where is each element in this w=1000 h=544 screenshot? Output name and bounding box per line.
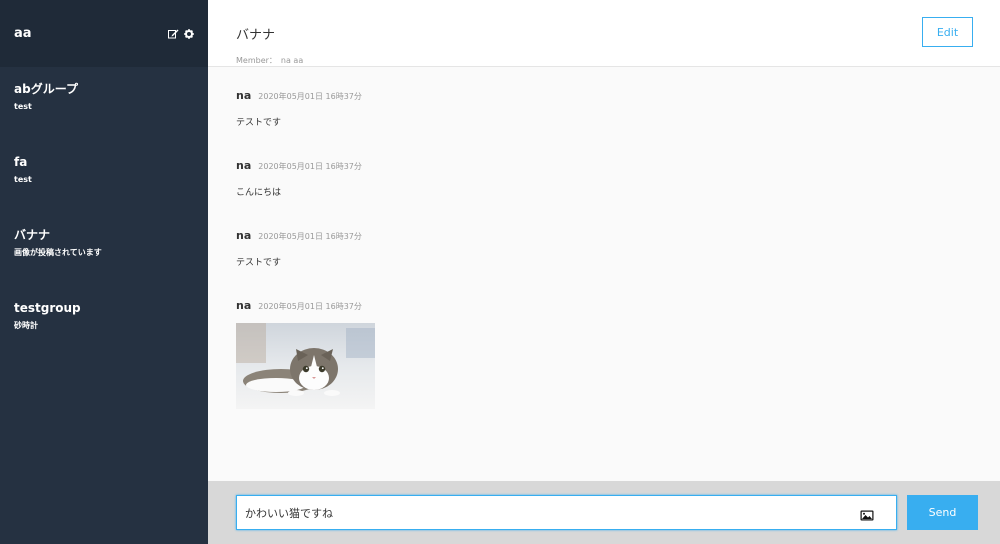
group-last-message: test (14, 175, 32, 184)
message-meta: na 2020年05月01日 16時37分 (236, 89, 972, 102)
user-actions (168, 28, 194, 39)
group-last-message: 画像が投稿されています (14, 248, 102, 257)
message-input[interactable] (236, 495, 897, 530)
send-button[interactable]: Send (907, 495, 978, 530)
group-item[interactable]: バナナ 画像が投稿されています (0, 213, 208, 286)
member-list: Member： na aa (236, 55, 303, 66)
image-upload-icon[interactable] (860, 506, 874, 525)
current-user-header: aa (0, 0, 208, 67)
chat-group-name: バナナ (236, 28, 276, 43)
chat-main: バナナ Member： na aa Edit na 2020年05月01日 16時… (208, 0, 1000, 544)
members-names: na aa (280, 56, 304, 65)
message: na 2020年05月01日 16時37分 こんにちは (236, 159, 972, 229)
message-date: 2020年05月01日 16時37分 (258, 232, 362, 241)
message-user: na (236, 159, 252, 172)
message-date: 2020年05月01日 16時37分 (258, 162, 362, 171)
chat-header: バナナ Member： na aa Edit (208, 0, 1000, 67)
members-label: Member： (236, 56, 277, 65)
group-name: testgroup (14, 301, 81, 315)
group-item[interactable]: fa test (0, 140, 208, 213)
sidebar: aa abグループ test fa test バナナ 画像が投稿されています t… (0, 0, 208, 544)
message-form: Send (208, 481, 1000, 544)
message: na 2020年05月01日 16時37分 テストです (236, 89, 972, 159)
message-user: na (236, 229, 252, 242)
group-item[interactable]: abグループ test (0, 67, 208, 140)
message: na 2020年05月01日 16時37分 (236, 299, 972, 409)
message-date: 2020年05月01日 16時37分 (258, 92, 362, 101)
message-text: こんにちは (236, 188, 282, 198)
edit-button[interactable]: Edit (922, 17, 973, 47)
message-user: na (236, 299, 252, 312)
message-date: 2020年05月01日 16時37分 (258, 302, 362, 311)
message-list: na 2020年05月01日 16時37分 テストです na 2020年05月0… (208, 67, 1000, 481)
group-last-message: test (14, 102, 32, 111)
message-meta: na 2020年05月01日 16時37分 (236, 159, 972, 172)
group-name: バナナ (14, 228, 51, 242)
cat-photo (236, 323, 375, 409)
edit-icon[interactable] (168, 29, 179, 39)
message-user: na (236, 89, 252, 102)
message-meta: na 2020年05月01日 16時37分 (236, 299, 972, 312)
group-name: abグループ (14, 82, 78, 96)
group-list: abグループ test fa test バナナ 画像が投稿されています test… (0, 67, 208, 359)
message-text: テストです (236, 258, 282, 268)
message-meta: na 2020年05月01日 16時37分 (236, 229, 972, 242)
message: na 2020年05月01日 16時37分 テストです (236, 229, 972, 299)
message-text: テストです (236, 118, 282, 128)
group-item[interactable]: testgroup 砂時計 (0, 286, 208, 359)
gear-icon[interactable] (184, 28, 194, 39)
group-name: fa (14, 155, 28, 169)
current-user-name: aa (14, 26, 32, 41)
group-last-message: 砂時計 (14, 321, 38, 330)
